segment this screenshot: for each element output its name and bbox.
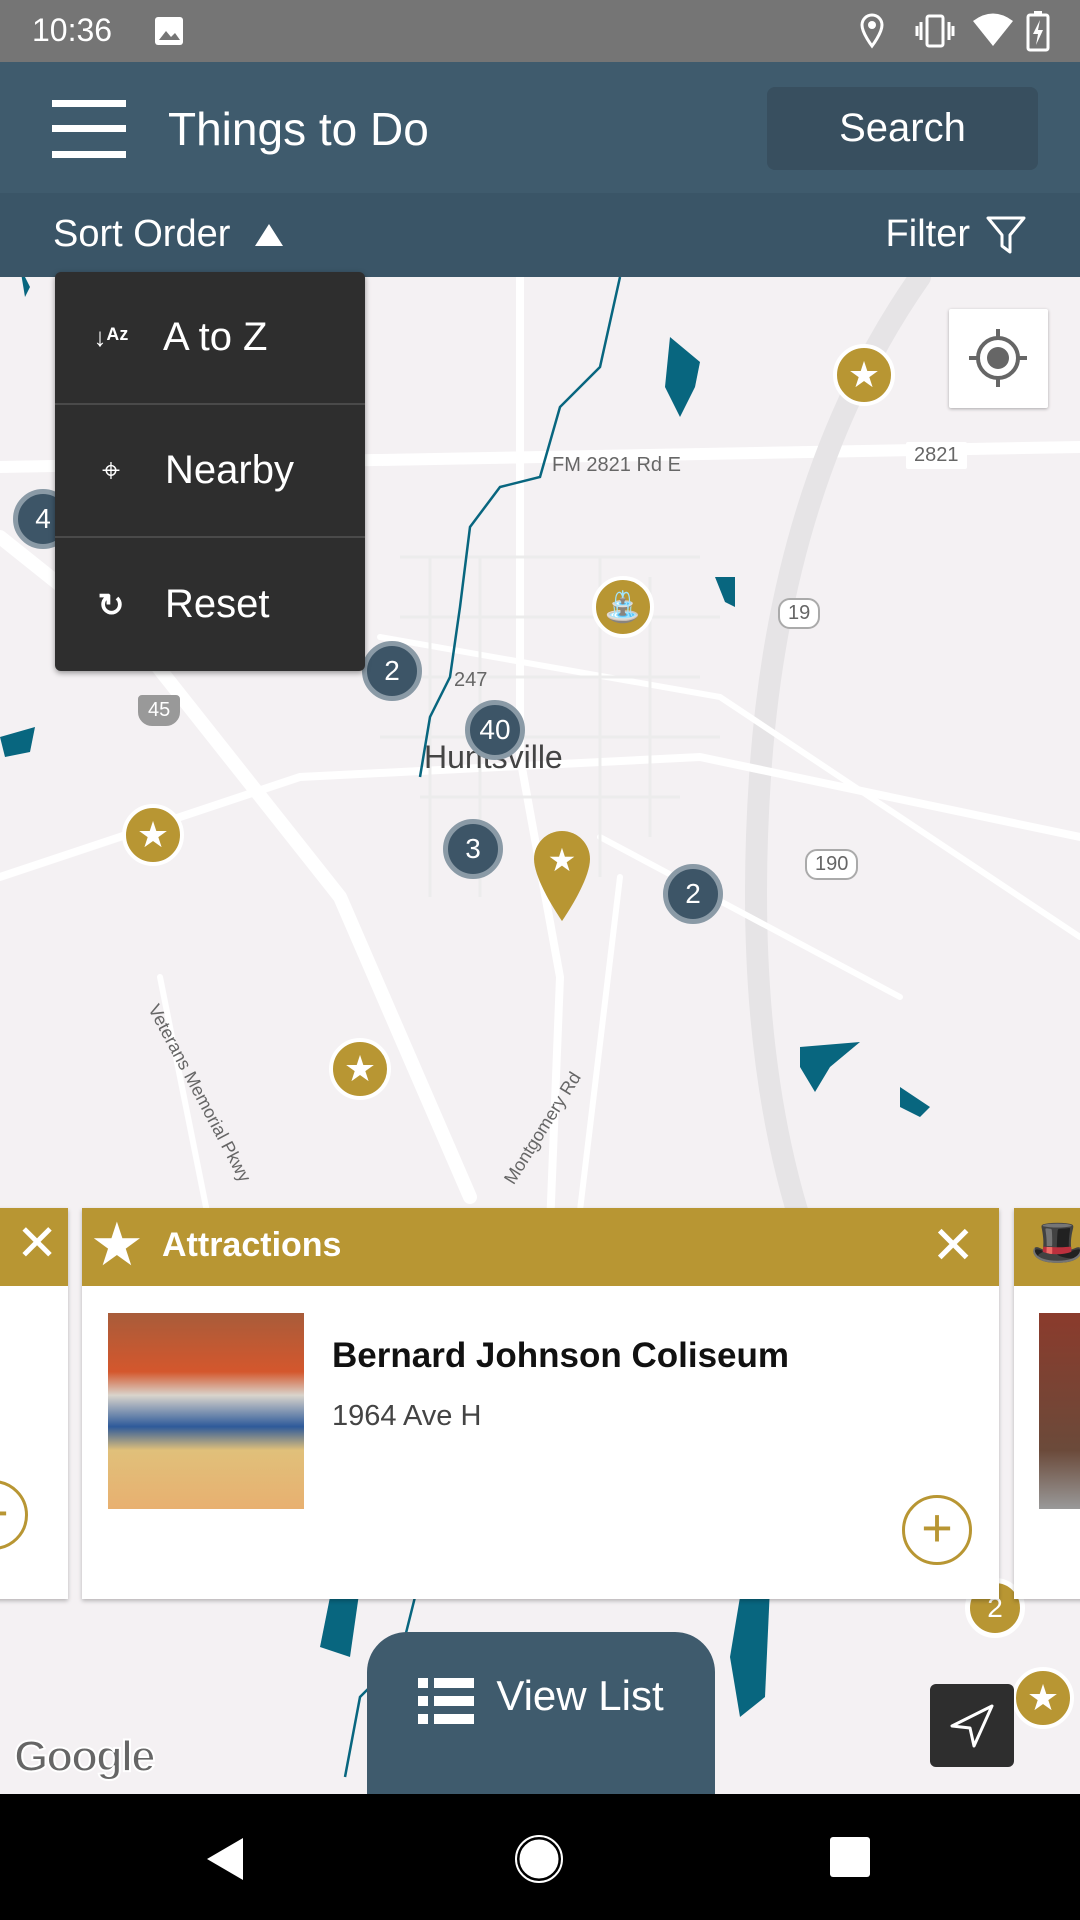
- location-icon: [860, 13, 884, 49]
- road-shield: 190: [805, 849, 859, 880]
- vibrate-icon: [915, 14, 955, 48]
- app-bar: Things to Do Search: [0, 62, 1080, 193]
- view-list-label: View List: [496, 1672, 664, 1719]
- place-card[interactable]: ★ Attractions ✕ Bernard Johnson Coliseum…: [82, 1208, 999, 1599]
- menu-item-label: Nearby: [165, 448, 294, 492]
- road-shield: 45: [138, 695, 181, 726]
- list-icon: [418, 1678, 475, 1724]
- back-icon[interactable]: [205, 1836, 245, 1882]
- sort-order-label: Sort Order: [53, 213, 231, 255]
- close-icon[interactable]: ✕: [931, 1216, 975, 1276]
- home-icon[interactable]: [514, 1834, 564, 1884]
- place-thumbnail[interactable]: [108, 1313, 304, 1509]
- star-marker-icon[interactable]: ★: [122, 804, 184, 866]
- status-bar: 10:36: [0, 0, 1080, 62]
- filter-label: Filter: [885, 213, 970, 255]
- reset-icon: ↻: [97, 586, 125, 623]
- card-header: ★ Attractions ✕: [82, 1208, 999, 1286]
- add-icon[interactable]: +: [902, 1495, 972, 1565]
- sort-filter-bar: Sort Order Filter: [0, 193, 1080, 277]
- navigation-arrow-icon: [950, 1704, 994, 1748]
- sort-menu: ↓ᴬᶻ A to Z ⌖ Nearby ↻ Reset: [55, 272, 365, 671]
- crosshair-icon: ⌖: [101, 451, 121, 488]
- svg-text:★: ★: [548, 842, 577, 878]
- star-icon: ★: [90, 1211, 144, 1278]
- sort-order-button[interactable]: Sort Order: [53, 213, 284, 256]
- sort-menu-item-reset[interactable]: ↻ Reset: [55, 538, 365, 671]
- hamburger-icon[interactable]: [52, 100, 126, 158]
- filter-icon: [986, 216, 1026, 253]
- wifi-icon: [973, 13, 1013, 46]
- navigation-bar: [0, 1794, 1080, 1920]
- filter-button[interactable]: Filter: [886, 213, 1026, 256]
- map-cluster[interactable]: 2: [663, 864, 723, 924]
- sort-menu-item-a-to-z[interactable]: ↓ᴬᶻ A to Z: [55, 272, 365, 405]
- map-cluster[interactable]: 40: [465, 700, 525, 760]
- clock: 10:36: [32, 12, 113, 48]
- battery-charging-icon: [1026, 11, 1050, 52]
- menu-item-label: Reset: [165, 582, 270, 626]
- star-marker-icon[interactable]: ★: [1012, 1667, 1074, 1729]
- road-shield: 247: [454, 669, 488, 691]
- map-cluster[interactable]: 2: [362, 641, 422, 701]
- place-address: 1964 Ave H: [332, 1400, 482, 1432]
- road-shield: 2821: [906, 442, 967, 469]
- my-location-button[interactable]: [949, 309, 1048, 408]
- add-icon[interactable]: +: [0, 1480, 28, 1550]
- sort-alpha-icon: ↓ᴬᶻ: [93, 322, 129, 352]
- star-marker-icon[interactable]: ★: [833, 344, 895, 406]
- view-list-button[interactable]: View List: [367, 1632, 715, 1802]
- place-title[interactable]: Bernard Johnson Coliseum: [332, 1336, 789, 1376]
- map-cluster[interactable]: 3: [443, 819, 503, 879]
- next-card[interactable]: 🎩: [1014, 1208, 1080, 1599]
- prev-card[interactable]: ✕ +: [0, 1208, 68, 1599]
- selected-pin-icon[interactable]: ★: [532, 829, 592, 923]
- card-category: Attractions: [162, 1226, 342, 1264]
- page-title: Things to Do: [168, 103, 429, 155]
- recents-icon[interactable]: [830, 1837, 872, 1879]
- next-card-image: [1039, 1313, 1080, 1509]
- caret-up-icon: [255, 223, 284, 246]
- close-icon[interactable]: ✕: [16, 1214, 58, 1272]
- google-logo: Google: [13, 1731, 157, 1782]
- road-shield: 19: [778, 598, 821, 629]
- menu-item-label: A to Z: [163, 315, 268, 359]
- top-hat-icon: 🎩: [1030, 1218, 1080, 1267]
- image-icon: [155, 17, 183, 45]
- sort-menu-item-nearby[interactable]: ⌖ Nearby: [55, 405, 365, 538]
- search-button[interactable]: Search: [767, 87, 1038, 170]
- crosshair-icon: [969, 329, 1027, 387]
- navigate-button[interactable]: [930, 1684, 1014, 1767]
- star-marker-icon[interactable]: ★: [329, 1038, 391, 1100]
- park-marker-icon[interactable]: ⛲: [592, 576, 654, 638]
- map-label-road: FM 2821 Rd E: [552, 454, 681, 476]
